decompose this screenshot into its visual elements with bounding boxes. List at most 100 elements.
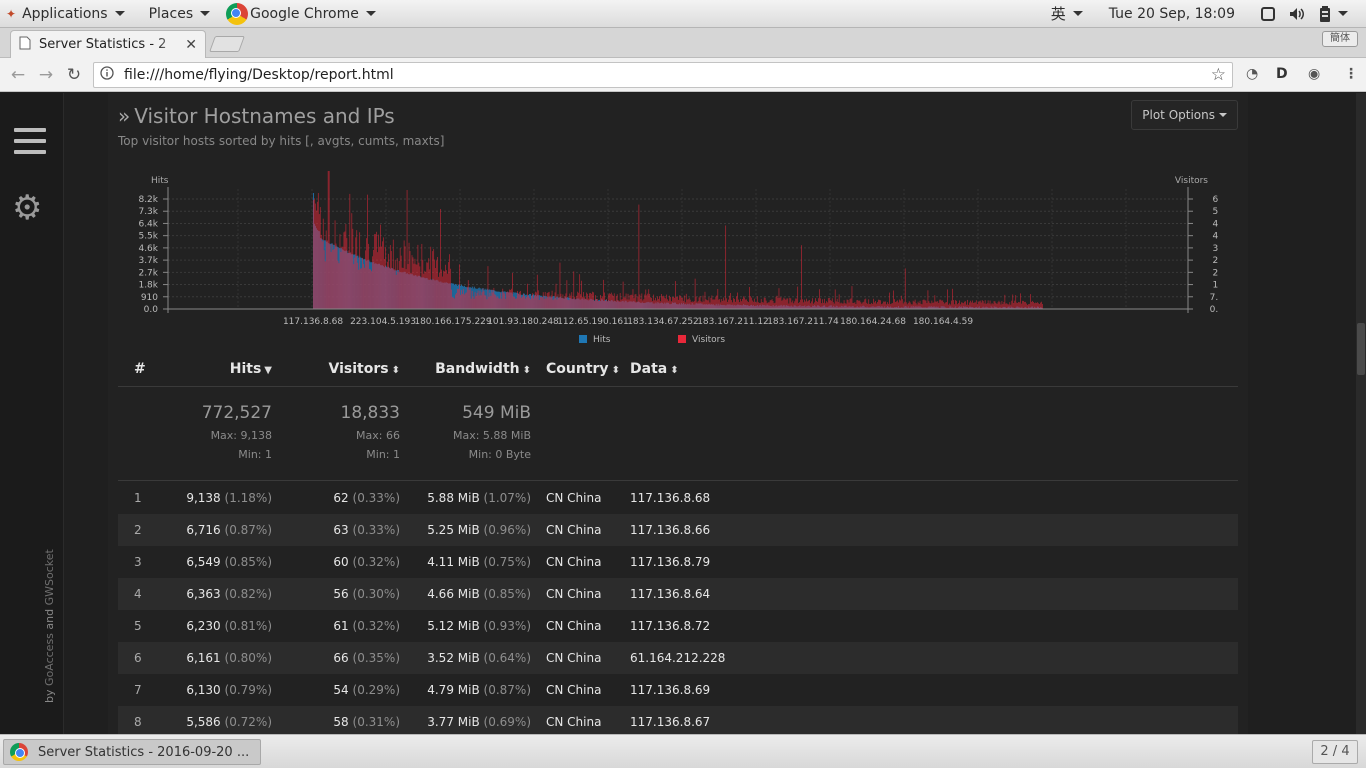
close-icon[interactable]: ✕ xyxy=(185,37,197,53)
bar-visitors xyxy=(378,234,379,309)
y-tick-label-right: 49 xyxy=(1213,219,1218,229)
chevron-down-icon xyxy=(114,11,125,16)
bar-visitors xyxy=(442,276,443,309)
active-app-menu[interactable]: Google Chrome xyxy=(220,0,382,28)
bar-visitors xyxy=(660,301,661,309)
bar-visitors xyxy=(384,259,385,309)
applications-label: Applications xyxy=(22,5,108,22)
bar-visitors xyxy=(994,301,996,309)
bar-visitors xyxy=(514,296,515,309)
header-visitors[interactable]: Visitors ⬍ xyxy=(329,361,400,377)
bar-visitors xyxy=(992,304,994,309)
table-row[interactable]: 4 6,363 (0.82%) 56 (0.30%) 4.66 MiB (0.85%)… xyxy=(118,578,1238,610)
forward-icon[interactable]: → xyxy=(32,61,60,89)
profile-button[interactable]: 簡体 xyxy=(1322,31,1358,47)
bar-visitors xyxy=(835,301,837,309)
back-icon[interactable]: ← xyxy=(4,61,32,89)
star-icon[interactable]: ☆ xyxy=(1211,65,1226,85)
bar-visitors xyxy=(374,234,375,309)
hamburger-icon[interactable] xyxy=(14,128,46,154)
bar-visitors xyxy=(672,296,673,309)
bar-visitors xyxy=(740,298,741,309)
chrome-icon xyxy=(226,2,249,25)
row-visitors-pct: (0.31%) xyxy=(352,715,400,729)
bar-visitors xyxy=(536,274,538,309)
row-data: 117.136.8.72 xyxy=(630,619,711,633)
bar-visitors xyxy=(766,303,768,309)
bar-visitors xyxy=(751,300,753,309)
bar-visitors xyxy=(827,298,829,309)
bar-visitors xyxy=(963,303,964,309)
screen-icon[interactable] xyxy=(1255,0,1281,28)
menu-icon[interactable]: ⋮ xyxy=(1344,66,1358,82)
bar-visitors xyxy=(651,297,653,309)
bar-visitors xyxy=(719,299,721,309)
row-visitors-value: 60 xyxy=(333,555,349,569)
table-row[interactable]: 8 5,586 (0.72%) 58 (0.31%) 3.77 MiB (0.69%)… xyxy=(118,706,1238,734)
table-row[interactable]: 7 6,130 (0.79%) 54 (0.29%) 4.79 MiB (0.87%)… xyxy=(118,674,1238,706)
bar-visitors xyxy=(643,299,645,309)
bar-visitors xyxy=(850,298,852,309)
extension-icon[interactable]: D xyxy=(1276,66,1288,82)
bar-visitors xyxy=(499,298,501,309)
header-bandwidth[interactable]: Bandwidth ⬍ xyxy=(435,361,531,377)
places-menu[interactable]: Places xyxy=(143,0,217,28)
reload-icon[interactable]: ↻ xyxy=(60,61,88,89)
header-country[interactable]: Country ⬍ xyxy=(546,361,620,377)
taskbar-window-button[interactable]: Server Statistics - 2016-09-20 ... xyxy=(3,739,261,765)
clock[interactable]: Tue 20 Sep, 18:09 xyxy=(1103,0,1241,28)
gear-icon[interactable]: ⚙ xyxy=(12,191,42,225)
bar-visitors xyxy=(722,300,724,309)
battery-icon[interactable] xyxy=(1313,0,1354,28)
bar-visitors xyxy=(532,293,533,309)
info-icon[interactable] xyxy=(100,66,114,84)
bar-visitors xyxy=(510,289,511,309)
bar-visitors xyxy=(867,303,869,309)
row-bandwidth: 4.66 MiB (0.85%) xyxy=(427,587,531,601)
input-method-menu[interactable]: 英 xyxy=(1045,0,1089,28)
bar-visitors xyxy=(716,295,718,309)
table-row[interactable]: 1 9,138 (1.18%) 62 (0.33%) 5.88 MiB (1.07%)… xyxy=(118,482,1238,514)
row-bw-value: 3.52 MiB xyxy=(427,651,480,665)
table-row[interactable]: 6 6,161 (0.80%) 66 (0.35%) 3.52 MiB (0.64%)… xyxy=(118,642,1238,674)
table-row[interactable]: 3 6,549 (0.85%) 60 (0.32%) 4.11 MiB (0.75%)… xyxy=(118,546,1238,578)
extension-icon[interactable]: ◉ xyxy=(1308,66,1320,82)
table-row[interactable]: 5 6,230 (0.81%) 61 (0.32%) 5.12 MiB (0.93%)… xyxy=(118,610,1238,642)
address-bar[interactable]: file:///home/flying/Desktop/report.html … xyxy=(93,62,1233,88)
table-row[interactable]: 2 6,716 (0.87%) 63 (0.33%) 5.25 MiB (0.96%)… xyxy=(118,514,1238,546)
row-bw-value: 5.12 MiB xyxy=(427,619,480,633)
new-tab-button[interactable] xyxy=(209,36,245,52)
chevron-down-icon xyxy=(1072,11,1083,16)
applications-menu[interactable]: ✦ Applications xyxy=(0,0,131,28)
bar-visitors xyxy=(923,299,925,309)
plot-options-button[interactable]: Plot Options xyxy=(1131,100,1238,130)
header-hits[interactable]: Hits ▼ xyxy=(230,361,272,377)
header-country-label: Country xyxy=(546,361,609,377)
bar-visitors xyxy=(579,274,581,309)
bar-visitors xyxy=(938,302,940,309)
bar-visitors xyxy=(483,291,485,309)
gwsocket-link[interactable]: GWSocket xyxy=(43,549,56,605)
bar-visitors xyxy=(828,298,830,309)
bar-visitors xyxy=(946,302,948,309)
page-scrollbar[interactable] xyxy=(1356,93,1366,734)
header-data[interactable]: Data ⬍ xyxy=(630,361,679,377)
bar-visitors xyxy=(624,297,626,309)
tab-server-statistics[interactable]: Server Statistics - 2 ✕ xyxy=(10,30,206,58)
workspace-indicator[interactable]: 2 / 4 xyxy=(1312,740,1358,764)
scrollbar-thumb[interactable] xyxy=(1357,323,1365,375)
volume-icon[interactable] xyxy=(1283,0,1311,28)
bar-visitors xyxy=(597,299,598,309)
row-visitors: 66 (0.35%) xyxy=(333,651,400,665)
row-data: 117.136.8.69 xyxy=(630,683,711,697)
bar-visitors xyxy=(975,300,977,309)
row-bw-pct: (0.64%) xyxy=(483,651,531,665)
bar-visitors xyxy=(1013,303,1015,309)
bar-visitors xyxy=(361,268,363,309)
bar-visitors xyxy=(426,262,428,309)
credit-text: by GoAccess and GWSocket xyxy=(43,549,56,703)
goaccess-link[interactable]: GoAccess xyxy=(43,633,56,686)
bar-visitors xyxy=(851,286,853,309)
extension-icon[interactable]: ◔ xyxy=(1246,66,1258,82)
bar-visitors xyxy=(801,245,803,309)
